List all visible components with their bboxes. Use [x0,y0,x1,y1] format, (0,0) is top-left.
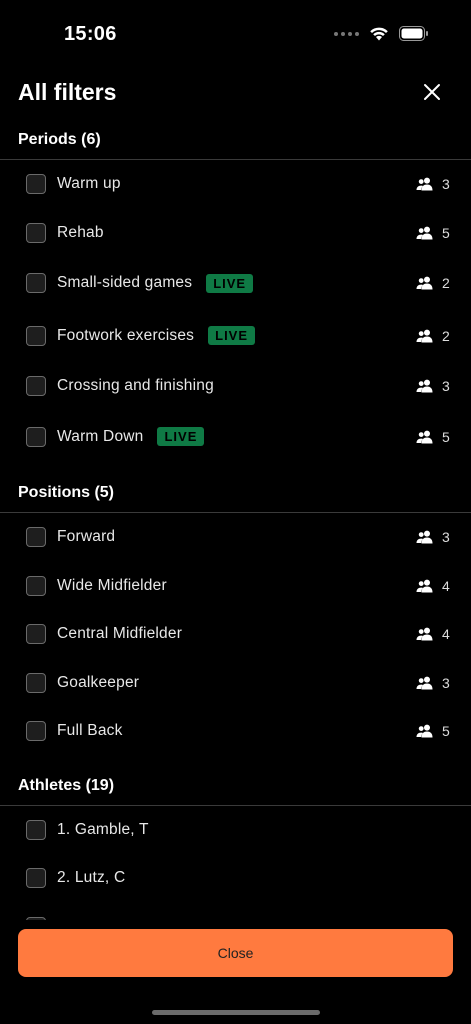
filter-label: 1. Gamble, T [57,820,149,838]
filter-label: Wide Midfielder [57,576,167,594]
filter-row[interactable]: Wide Midfielder 4 [0,562,471,611]
checkbox[interactable] [26,819,46,840]
checkbox[interactable] [26,868,46,889]
count-value: 4 [442,577,450,594]
people-icon [416,530,434,544]
filter-row[interactable]: Goalkeeper 3 [0,659,471,708]
filter-label: Crossing and finishing [57,377,214,395]
checkbox[interactable] [26,325,46,346]
filter-label: Warm Down [57,427,144,445]
filter-row[interactable]: Crossing and finishing 3 [0,362,471,411]
athlete-count: 2 [416,275,452,291]
people-icon [416,627,434,641]
checkbox[interactable] [26,174,46,195]
checkbox[interactable] [26,672,46,693]
live-badge: LIVE [157,427,205,447]
checkbox[interactable] [26,721,46,742]
checkbox[interactable] [26,222,46,243]
filter-label: Warm up [57,175,121,193]
people-icon [416,724,434,738]
signal-icon [334,31,359,36]
filter-row[interactable]: Small-sided games LIVE 2 [0,257,471,310]
footer: Close [0,920,471,1024]
filter-row[interactable]: Forward 3 [0,513,471,562]
live-badge: LIVE [206,273,254,293]
filter-label: Footwork exercises [57,326,195,344]
home-indicator [152,1010,320,1015]
athlete-count: 5 [416,225,452,241]
battery-icon [399,26,428,41]
filter-label: Rehab [57,223,104,241]
athlete-count: 5 [416,723,452,739]
checkbox[interactable] [26,575,46,596]
athlete-count: 3 [416,675,452,691]
people-icon [416,226,434,240]
people-icon [416,579,434,593]
filter-row[interactable]: Warm up 3 [0,160,471,209]
people-icon [416,329,434,343]
filter-row[interactable]: Warm Down LIVE 5 [0,411,471,464]
filter-row[interactable]: 1. Gamble, T [0,806,471,855]
athlete-count: 4 [416,626,452,642]
header: All filters [18,76,453,110]
filter-label: Small-sided games [57,274,193,292]
athlete-count: 3 [416,378,452,394]
close-button[interactable]: Close [18,929,453,977]
count-value: 5 [442,723,450,740]
filter-list[interactable]: Periods (6) Warm up 3 Rehab 5 Small-sided gam… [0,120,471,920]
count-value: 5 [442,224,450,241]
count-value: 2 [442,275,450,292]
close-icon[interactable] [421,81,443,103]
section-title: Positions (5) [0,473,471,513]
live-badge: LIVE [208,326,256,346]
page-title: All filters [18,79,117,105]
filter-label: Central Midfielder [57,625,183,643]
count-value: 5 [442,428,450,445]
checkbox[interactable] [26,376,46,397]
filter-row[interactable]: Full Back 5 [0,707,471,756]
filter-row-partial[interactable] [0,903,471,920]
filter-row[interactable]: Central Midfielder 4 [0,610,471,659]
section-title: Athletes (19) [0,766,471,806]
athlete-count: 3 [416,176,452,192]
filter-label: Goalkeeper [57,673,140,691]
checkbox[interactable] [26,527,46,548]
count-value: 3 [442,529,450,546]
checkbox[interactable] [26,624,46,645]
status-bar: 15:06 [0,0,471,70]
people-icon [416,676,434,690]
checkbox[interactable] [26,273,46,294]
athlete-count: 5 [416,429,452,445]
filter-label: 2. Lutz, C [57,869,126,887]
wifi-icon [370,27,388,41]
section-title: Periods (6) [0,120,471,160]
filter-row[interactable]: Rehab 5 [0,209,471,258]
people-icon [416,379,434,393]
athlete-count: 2 [416,328,452,344]
count-value: 4 [442,626,450,643]
filter-row[interactable]: 2. Lutz, C [0,854,471,903]
count-value: 3 [442,176,450,193]
people-icon [416,430,434,444]
filter-row[interactable]: Footwork exercises LIVE 2 [0,310,471,363]
status-icons [334,26,429,41]
people-icon [416,276,434,290]
athlete-count: 4 [416,578,452,594]
athlete-count: 3 [416,529,452,545]
count-value: 3 [442,378,450,395]
status-time: 15:06 [64,23,117,45]
filter-label: Forward [57,528,116,546]
checkbox[interactable] [26,426,46,447]
count-value: 3 [442,674,450,691]
count-value: 2 [442,327,450,344]
people-icon [416,177,434,191]
filter-label: Full Back [57,722,123,740]
